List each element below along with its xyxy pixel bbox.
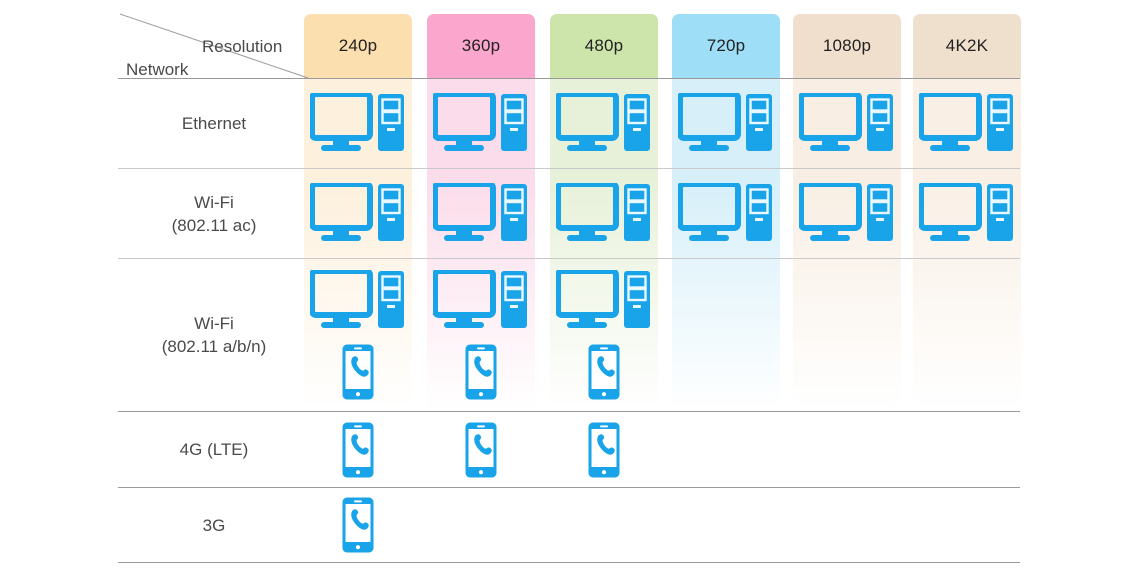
cell-r1-c3[interactable] <box>672 169 780 258</box>
column-header-label-2: 480p <box>584 36 624 55</box>
desktop-computer-icon <box>556 182 650 241</box>
cell-r1-c5[interactable] <box>913 169 1021 258</box>
column-header-label-0: 240p <box>338 36 378 55</box>
desktop-computer-icon <box>799 182 893 241</box>
mobile-phone-icon <box>465 422 497 477</box>
cell-r1-c1[interactable] <box>427 169 535 258</box>
mobile-phone-icon <box>342 422 374 477</box>
row-label-line1-4: 3G <box>202 515 226 535</box>
row-label-ethernet: Ethernet <box>118 79 310 168</box>
cell-r1-c0[interactable] <box>304 169 412 258</box>
mobile-phone-icon <box>465 344 497 400</box>
cell-r4-c0[interactable] <box>304 488 412 562</box>
column-header-label-3: 720p <box>706 36 746 55</box>
column-header-label-1: 360p <box>461 36 501 55</box>
desktop-computer-icon <box>310 270 404 328</box>
desktop-computer-icon <box>556 92 650 151</box>
cell-r0-c3[interactable] <box>672 79 780 168</box>
column-header-480p[interactable]: 480p <box>550 14 658 78</box>
column-header-4k2k[interactable]: 4K2K <box>913 14 1021 78</box>
cell-r3-c1[interactable] <box>427 412 535 487</box>
row-label-line2-1: (802.11 ac) <box>171 215 257 235</box>
mobile-phone-icon <box>342 497 374 553</box>
desktop-computer-icon <box>556 270 650 328</box>
row-label-wifi-abn: Wi-Fi (802.11 a/b/n) <box>118 259 310 411</box>
desktop-computer-icon <box>433 270 527 328</box>
cell-r1-c4[interactable] <box>793 169 901 258</box>
column-header-1080p[interactable]: 1080p <box>793 14 901 78</box>
desktop-computer-icon <box>799 92 893 151</box>
cell-r3-c2[interactable] <box>550 412 658 487</box>
cell-r1-c2[interactable] <box>550 169 658 258</box>
cell-r2-c1[interactable] <box>427 259 535 411</box>
column-header-240p[interactable]: 240p <box>304 14 412 78</box>
desktop-computer-icon <box>310 182 404 241</box>
cell-r3-c0[interactable] <box>304 412 412 487</box>
row-label-3g: 3G <box>118 488 310 562</box>
mobile-phone-icon <box>342 344 374 400</box>
cell-r0-c1[interactable] <box>427 79 535 168</box>
row-label-line1-1: Wi-Fi <box>194 192 234 212</box>
corner-axis-cell: Resolution Network <box>118 12 310 80</box>
column-header-360p[interactable]: 360p <box>427 14 535 78</box>
cell-r0-c4[interactable] <box>793 79 901 168</box>
column-header-label-5: 4K2K <box>945 36 989 55</box>
network-axis-label: Network <box>126 60 189 79</box>
desktop-computer-icon <box>433 182 527 241</box>
desktop-computer-icon <box>433 92 527 151</box>
cell-r2-c2[interactable] <box>550 259 658 411</box>
desktop-computer-icon <box>919 182 1013 241</box>
desktop-computer-icon <box>678 92 772 151</box>
row-label-line1-3: 4G (LTE) <box>179 440 249 459</box>
cell-r0-c2[interactable] <box>550 79 658 168</box>
row-label-line1-2: Wi-Fi <box>194 314 234 333</box>
resolution-axis-label: Resolution <box>202 37 283 56</box>
row-label-line1-0: Ethernet <box>181 114 247 133</box>
row-label-4g-lte: 4G (LTE) <box>118 412 310 487</box>
desktop-computer-icon <box>919 92 1013 151</box>
row-label-wifi-ac: Wi-Fi (802.11 ac) <box>118 169 310 258</box>
cell-r2-c0[interactable] <box>304 259 412 411</box>
mobile-phone-icon <box>588 344 620 400</box>
network-resolution-matrix: Resolution Network 240p 360p 480p 720p 1… <box>0 0 1140 575</box>
desktop-computer-icon <box>310 92 404 151</box>
column-header-label-4: 1080p <box>822 36 872 55</box>
rule-row-4 <box>118 562 1020 563</box>
cell-r0-c5[interactable] <box>913 79 1021 168</box>
row-label-line2-2: (802.11 a/b/n) <box>161 337 267 356</box>
cell-r0-c0[interactable] <box>304 79 412 168</box>
column-header-720p[interactable]: 720p <box>672 14 780 78</box>
mobile-phone-icon <box>588 422 620 477</box>
desktop-computer-icon <box>678 182 772 241</box>
